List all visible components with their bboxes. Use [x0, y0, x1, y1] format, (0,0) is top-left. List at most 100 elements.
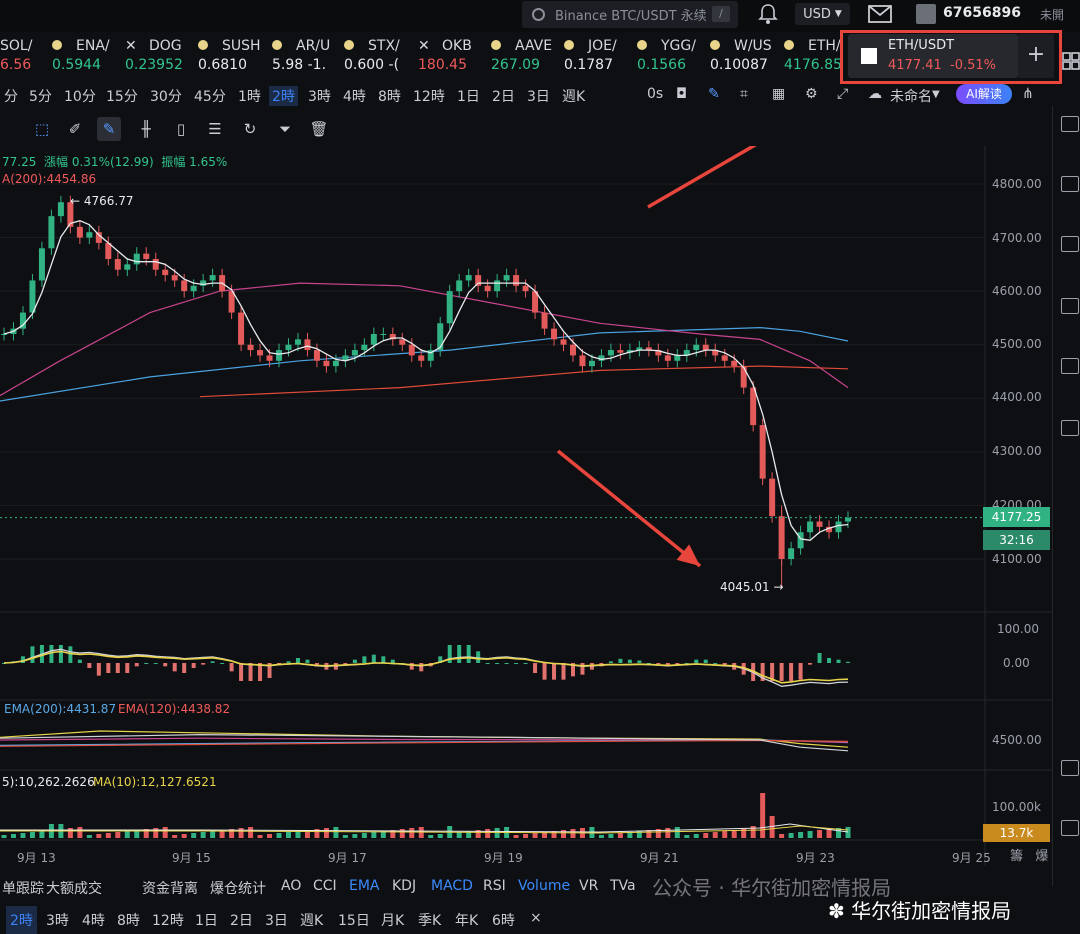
table-icon[interactable]: [1061, 760, 1079, 776]
indicator-tab[interactable]: AO: [281, 878, 301, 894]
bell-icon[interactable]: [758, 3, 778, 30]
settings-icon[interactable]: ⚙: [805, 86, 818, 102]
timeframe-option[interactable]: 5分: [29, 86, 52, 106]
indicator-tab[interactable]: CCI: [313, 878, 337, 894]
bottom-timeframe[interactable]: 15日: [338, 910, 370, 930]
bottom-timeframe[interactable]: 1日: [195, 910, 218, 930]
volume-bar: [722, 831, 728, 838]
timeframe-option[interactable]: 30分: [150, 86, 182, 106]
ticker-price: 267.09: [491, 57, 540, 73]
currency-select[interactable]: USD ▼: [795, 3, 850, 25]
macd-bar: [703, 659, 708, 663]
candle-tool-icon[interactable]: ╫: [134, 117, 158, 141]
chart-icon[interactable]: [1061, 236, 1079, 252]
bottom-timeframe[interactable]: 3日: [265, 910, 288, 930]
bottom-timeframe[interactable]: 3時: [46, 910, 69, 930]
camera-icon[interactable]: ◘: [676, 86, 687, 102]
candle-body: [731, 360, 738, 367]
fullscreen-icon[interactable]: ⤢: [837, 86, 848, 102]
indicator-tab[interactable]: 爆仓统计: [210, 878, 266, 898]
bottom-timeframe[interactable]: 12時: [152, 910, 184, 930]
calculator-icon[interactable]: ▦: [772, 86, 785, 102]
bottom-timeframe[interactable]: 月K: [381, 910, 404, 930]
select-tool-icon[interactable]: ⬚: [30, 117, 54, 141]
timeframe-option[interactable]: 1日: [457, 86, 480, 106]
candlestick-chart[interactable]: [0, 146, 1052, 866]
timeframe-option[interactable]: 週K: [562, 86, 585, 106]
timeframe-option[interactable]: 分: [4, 86, 18, 106]
share-icon[interactable]: ⋔: [1022, 86, 1034, 102]
timeframe-option[interactable]: 15分: [106, 86, 138, 106]
close-icon[interactable]: ×: [530, 910, 542, 926]
layout-name[interactable]: 未命名: [890, 86, 932, 106]
box-tool-icon[interactable]: ▯: [169, 117, 193, 141]
pen-icon[interactable]: ✎: [708, 86, 720, 102]
indicator-tab[interactable]: TVa: [610, 878, 636, 894]
candle-body: [465, 275, 472, 281]
list-icon[interactable]: [1061, 298, 1079, 314]
bottom-timeframe-active[interactable]: 2時: [6, 906, 37, 934]
panel-icon[interactable]: [1061, 116, 1079, 132]
brush-tool-icon[interactable]: ✎: [97, 117, 121, 141]
macd-bar: [191, 663, 196, 668]
indicator-tab[interactable]: KDJ: [392, 878, 416, 894]
avatar[interactable]: [916, 4, 936, 24]
macd-bar: [210, 661, 215, 663]
macd-bar: [87, 663, 92, 668]
search-input[interactable]: Binance BTC/USDT 永续 /: [522, 1, 738, 28]
timeframe-option[interactable]: 45分: [194, 86, 226, 106]
bottom-timeframe[interactable]: 季K: [418, 910, 441, 930]
timeframe-option[interactable]: 3日: [527, 86, 550, 106]
bottom-timeframe[interactable]: 年K: [455, 910, 478, 930]
high-annotation: ← 4766.77: [70, 194, 134, 208]
bottom-timeframe[interactable]: 4時: [82, 910, 105, 930]
timeframe-option-active[interactable]: 2時: [269, 86, 298, 106]
grid-layout-icon[interactable]: [1062, 52, 1080, 74]
indicator-tab[interactable]: 单跟踪: [2, 878, 44, 898]
indicator-tab[interactable]: 资金背离: [142, 878, 198, 898]
timeframe-option[interactable]: 4時: [343, 86, 366, 106]
indicator-tab-active[interactable]: EMA: [349, 878, 380, 894]
timeframe-option[interactable]: 3時: [308, 86, 331, 106]
indicator-tab[interactable]: VR: [579, 878, 598, 894]
timeframe-option[interactable]: 8時: [378, 86, 401, 106]
cloud-icon[interactable]: ☁: [868, 86, 882, 102]
candle-body: [693, 344, 700, 351]
volume-bar: [1, 835, 7, 838]
macd-bar: [144, 663, 149, 664]
ai-analysis-button[interactable]: AI解读: [956, 84, 1012, 104]
volume-bar: [561, 830, 567, 838]
download-icon[interactable]: [1061, 420, 1079, 436]
ticker-price: 0.10087: [710, 57, 768, 73]
volume-bar: [826, 829, 832, 838]
note-tool-icon[interactable]: ☰: [203, 117, 227, 141]
indicator-tab-active[interactable]: Volume: [518, 878, 570, 894]
bottom-timeframe[interactable]: 6時: [492, 910, 515, 930]
ma200-label: A(200):4454.86: [2, 172, 97, 186]
bottom-timeframe[interactable]: 8時: [117, 910, 140, 930]
mail-icon[interactable]: [868, 5, 892, 27]
clock-icon[interactable]: [1061, 820, 1079, 836]
timeframe-option[interactable]: 10分: [64, 86, 96, 106]
macd-bar: [561, 663, 566, 680]
doc-icon[interactable]: [1061, 358, 1079, 374]
crop-icon[interactable]: ⌗: [740, 86, 748, 102]
timeframe-option[interactable]: 1時: [238, 86, 261, 106]
timeframe-option[interactable]: 12時: [413, 86, 445, 106]
candle-body: [351, 350, 358, 356]
volume-bar: [608, 834, 614, 838]
indicator-tab-active[interactable]: MACD: [431, 878, 473, 894]
candle-body: [48, 216, 55, 249]
bottom-timeframe[interactable]: 2日: [230, 910, 253, 930]
indicator-tab[interactable]: RSI: [483, 878, 506, 894]
hook-tool-icon[interactable]: ↻: [238, 117, 262, 141]
macd-bar: [504, 663, 509, 664]
trash-icon[interactable]: 🗑: [307, 117, 331, 141]
dollar-icon[interactable]: [1061, 176, 1079, 192]
filter-icon[interactable]: ⏷: [273, 117, 297, 141]
timeframe-option[interactable]: 2日: [492, 86, 515, 106]
ruler-icon[interactable]: ✐: [63, 117, 87, 141]
candle-body: [835, 521, 842, 533]
bottom-timeframe[interactable]: 週K: [300, 910, 323, 930]
indicator-tab[interactable]: 大额成交: [46, 878, 102, 898]
